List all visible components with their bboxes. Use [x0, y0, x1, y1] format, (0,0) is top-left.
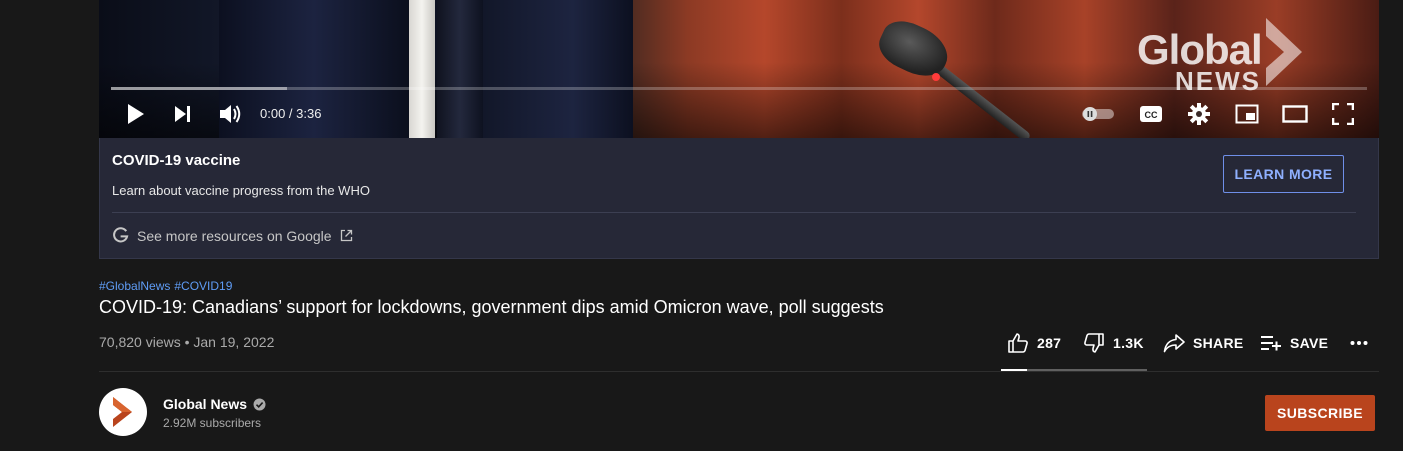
video-frame-shirt	[409, 0, 435, 138]
google-icon	[113, 227, 129, 243]
video-frame-tie	[437, 0, 483, 138]
share-icon	[1163, 334, 1185, 353]
svg-text:CC: CC	[1145, 110, 1158, 120]
google-resources-label: See more resources on Google	[137, 227, 332, 244]
time-display: 0:00 / 3:36	[260, 106, 322, 121]
video-player[interactable]: Global NEWS 0:00 / 3:36 CC	[99, 0, 1379, 138]
share-button[interactable]: SHARE	[1163, 330, 1244, 356]
share-label: SHARE	[1193, 335, 1244, 351]
info-panel-divider	[112, 212, 1356, 213]
subscriber-count: 2.92M subscribers	[163, 416, 262, 430]
global-news-logo-icon	[113, 397, 132, 427]
fullscreen-button[interactable]	[1329, 100, 1357, 128]
subscribe-button[interactable]: SUBSCRIBE	[1265, 395, 1375, 431]
like-count: 287	[1037, 335, 1062, 351]
dislike-button[interactable]: 1.3K	[1083, 330, 1144, 356]
autoplay-toggle-icon	[1082, 107, 1114, 121]
miniplayer-button[interactable]	[1233, 100, 1261, 128]
channel-name[interactable]: Global News	[163, 396, 266, 412]
channel-avatar[interactable]	[99, 388, 147, 436]
video-frame-mic-arm	[930, 61, 1032, 138]
captions-icon: CC	[1140, 106, 1162, 122]
google-resources-link[interactable]: See more resources on Google	[112, 227, 353, 244]
play-icon	[128, 104, 144, 124]
view-count-and-date: 70,820 views • Jan 19, 2022	[99, 334, 275, 350]
channel-name-label: Global News	[163, 396, 248, 412]
settings-icon	[1188, 103, 1210, 125]
info-panel-description: Learn about vaccine progress from the WH…	[112, 183, 370, 198]
watermark-chevron-icon	[1266, 18, 1302, 86]
dislike-count: 1.3K	[1113, 335, 1144, 351]
more-actions-button[interactable]	[1350, 330, 1368, 356]
external-link-icon	[340, 229, 352, 242]
next-icon	[175, 106, 190, 122]
watermark-line2: NEWS	[1175, 66, 1261, 96]
play-button[interactable]	[121, 100, 149, 128]
thumbs-up-icon	[1008, 333, 1028, 353]
save-button[interactable]: SAVE	[1260, 330, 1328, 356]
hashtags: #GlobalNews #COVID19	[99, 279, 236, 293]
volume-button[interactable]	[216, 100, 244, 128]
miniplayer-icon	[1235, 104, 1259, 124]
hashtag-link[interactable]: #GlobalNews	[99, 279, 170, 293]
theater-mode-button[interactable]	[1281, 100, 1309, 128]
autoplay-toggle[interactable]	[1082, 107, 1114, 121]
info-panel: COVID-19 vaccine Learn about vaccine pro…	[99, 138, 1379, 259]
video-frame-suit-right	[483, 0, 633, 138]
channel-watermark: Global NEWS	[1137, 18, 1302, 96]
video-frame-mic-light	[932, 73, 940, 81]
next-button[interactable]	[169, 100, 197, 128]
hashtag-link[interactable]: #COVID19	[174, 279, 232, 293]
captions-button[interactable]: CC	[1137, 100, 1165, 128]
info-panel-title: COVID-19 vaccine	[112, 152, 241, 169]
progress-buffered	[111, 87, 287, 90]
like-button[interactable]: 287	[1007, 330, 1061, 356]
save-label: SAVE	[1290, 335, 1329, 351]
verified-badge-icon	[253, 398, 266, 410]
learn-more-button[interactable]: LEARN MORE	[1223, 155, 1344, 193]
settings-button[interactable]	[1185, 100, 1213, 128]
thumbs-down-icon	[1084, 333, 1104, 353]
video-title: COVID-19: Canadians’ support for lockdow…	[99, 297, 884, 317]
progress-bar[interactable]	[111, 87, 1367, 90]
add-to-playlist-icon	[1261, 336, 1281, 351]
fullscreen-icon	[1332, 103, 1354, 125]
metadata-divider	[99, 371, 1379, 372]
volume-icon	[220, 105, 241, 123]
more-options-icon	[1350, 341, 1368, 345]
theater-mode-icon	[1282, 105, 1308, 123]
